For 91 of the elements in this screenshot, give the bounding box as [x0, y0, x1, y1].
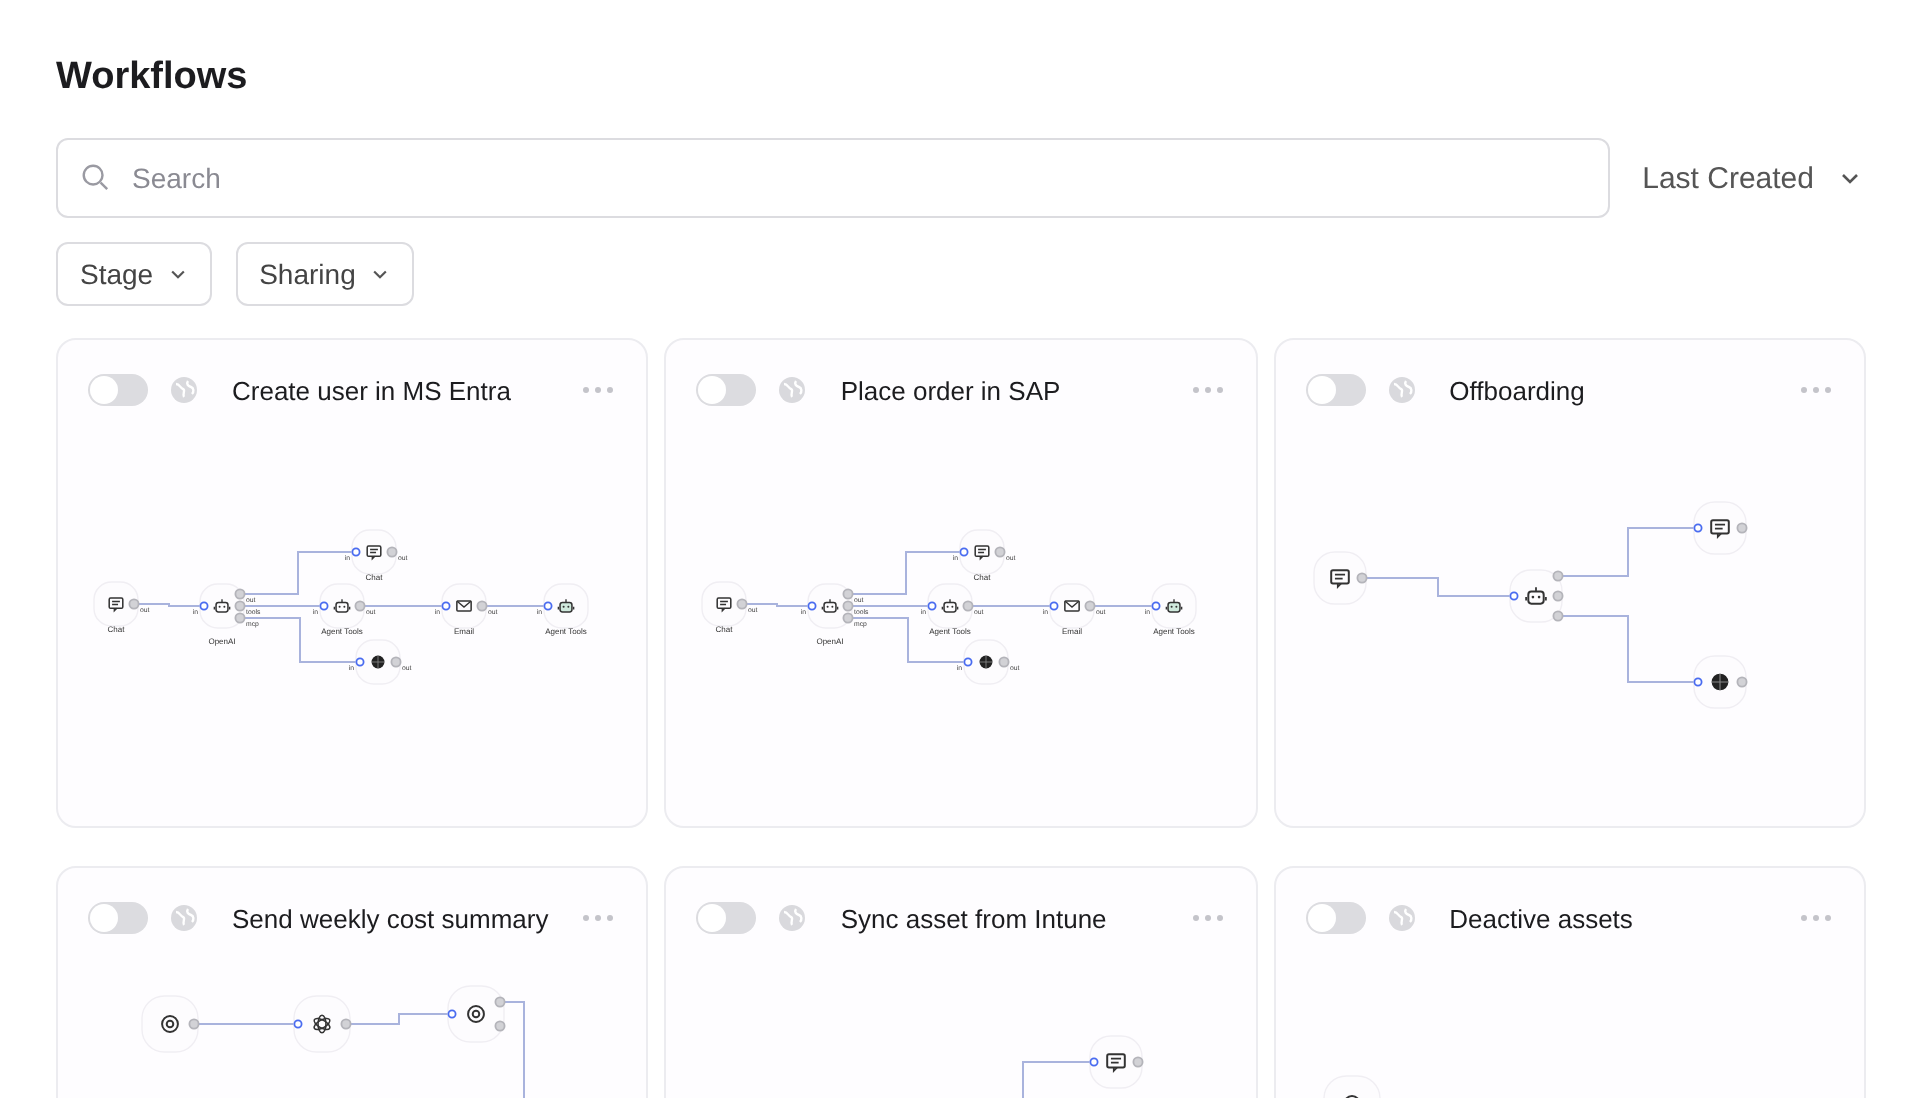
connector-line: [243, 551, 353, 595]
sort-dropdown[interactable]: Last Created: [1642, 161, 1866, 195]
workflow-card[interactable]: Send weekly cost summary: [56, 866, 649, 1098]
workflow-title: Offboarding: [1449, 375, 1587, 405]
robot-icon: [213, 598, 231, 613]
connector-line: [243, 605, 321, 607]
input-port[interactable]: [543, 601, 553, 611]
input-port[interactable]: [441, 601, 451, 611]
input-port[interactable]: [319, 601, 329, 611]
connector-line: [503, 1001, 525, 1098]
input-port[interactable]: [1090, 1057, 1100, 1067]
input-port[interactable]: [1050, 601, 1060, 611]
input-port[interactable]: [960, 547, 970, 557]
globe-icon: [1710, 673, 1729, 691]
chat-bubble-icon: [1329, 569, 1350, 589]
toggle-switch[interactable]: [696, 902, 757, 934]
connector-line: [971, 605, 1052, 607]
connector-line: [485, 605, 545, 607]
search-icon: [80, 162, 110, 192]
chat-bubble-icon: [1106, 1053, 1127, 1073]
node-background[interactable]: [1322, 1075, 1380, 1098]
robot-icon: [557, 598, 575, 613]
input-port[interactable]: [808, 601, 818, 611]
chat-bubble-icon: [717, 597, 733, 613]
connector-line: [197, 1023, 295, 1025]
globe-icon: [1387, 904, 1416, 932]
workflow-title: Create user in MS Entra: [232, 375, 513, 405]
input-port[interactable]: [447, 1009, 457, 1019]
envelope-icon: [456, 600, 472, 612]
globe-icon: [778, 904, 807, 932]
globe-icon: [170, 904, 198, 932]
input-port[interactable]: [355, 657, 365, 667]
globe-icon: [778, 376, 807, 404]
robot-icon: [822, 598, 839, 613]
toggle-switch[interactable]: [1305, 902, 1366, 934]
chat-bubble-icon: [975, 545, 991, 561]
robot-icon: [1166, 598, 1183, 613]
input-port[interactable]: [1692, 677, 1702, 687]
input-port[interactable]: [1508, 591, 1518, 601]
robot-icon: [1524, 586, 1547, 605]
input-port[interactable]: [1152, 601, 1162, 611]
envelope-icon: [1064, 600, 1081, 612]
node-background[interactable]: [1312, 551, 1366, 605]
globe-icon: [371, 655, 385, 669]
connector-line: [745, 603, 810, 607]
input-port[interactable]: [351, 547, 361, 557]
target-icon: [161, 1015, 179, 1033]
workflow-title: Deactive assets: [1449, 903, 1635, 933]
node-background[interactable]: [293, 995, 351, 1053]
search-field[interactable]: Search: [56, 138, 1611, 218]
input-port[interactable]: [199, 601, 209, 611]
globe-icon: [979, 655, 994, 669]
target-icon: [467, 1005, 485, 1023]
input-port[interactable]: [1692, 523, 1702, 533]
toggle-switch[interactable]: [88, 374, 148, 406]
knot-icon: [313, 1014, 331, 1034]
filter-dropdown[interactable]: Stage: [56, 242, 212, 306]
node-background[interactable]: [701, 581, 748, 627]
connector-line: [1093, 605, 1154, 607]
workflow-title: Place order in SAP: [840, 375, 1063, 405]
workflow-title: Send weekly cost summary: [232, 903, 551, 933]
input-port[interactable]: [964, 657, 974, 667]
connector-line: [137, 603, 201, 607]
globe-icon: [170, 376, 198, 404]
robot-icon: [942, 598, 959, 613]
workflow-card[interactable]: Deactive assets: [1273, 866, 1866, 1098]
toggle-switch[interactable]: [1305, 374, 1366, 406]
connector-line: [349, 1013, 449, 1025]
globe-icon: [1387, 376, 1416, 404]
connector-line: [851, 605, 930, 607]
connector-line: [851, 551, 962, 595]
input-port[interactable]: [928, 601, 938, 611]
node-background[interactable]: [93, 581, 139, 627]
input-port[interactable]: [293, 1019, 303, 1029]
connector-line: [1560, 527, 1695, 577]
workflow-card[interactable]: Offboarding: [1273, 338, 1866, 828]
workflow-card[interactable]: Sync asset from Intune: [664, 866, 1258, 1098]
connector-line: [1560, 615, 1695, 683]
robot-icon: [333, 598, 351, 613]
chat-bubble-icon: [366, 545, 382, 561]
node-background[interactable]: [1692, 501, 1746, 555]
workflow-title: Sync asset from Intune: [840, 903, 1109, 933]
chat-bubble-icon: [1709, 519, 1730, 539]
page-title: Workflows: [56, 54, 250, 102]
toggle-switch[interactable]: [696, 374, 757, 406]
chat-bubble-icon: [108, 597, 124, 613]
toggle-switch[interactable]: [88, 902, 148, 934]
node-background[interactable]: [141, 995, 199, 1053]
filter-dropdown[interactable]: Sharing: [235, 242, 414, 306]
node-background[interactable]: [1089, 1035, 1144, 1089]
connector-line: [363, 605, 443, 607]
